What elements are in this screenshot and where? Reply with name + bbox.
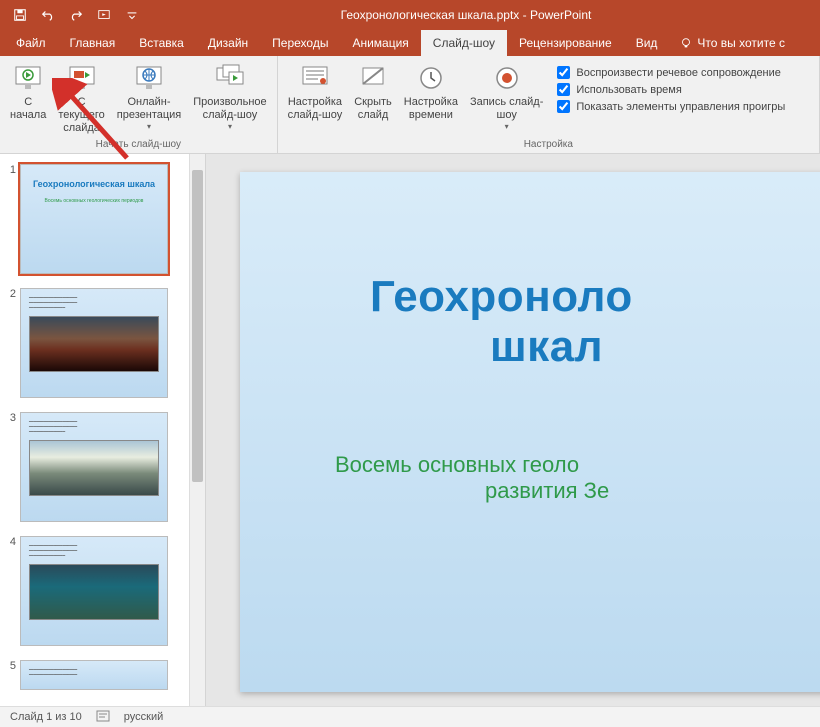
chk-narration-input[interactable] [557, 66, 570, 79]
thumb-number: 1 [6, 164, 20, 274]
hide-slide-icon [357, 62, 389, 94]
thumb-text: ━━━━━━━━━━━━━━━━━━━━━━━━━━━━━━━━━━━━━━━━… [21, 289, 167, 314]
tab-animations[interactable]: Анимация [340, 30, 420, 56]
presentation-online-icon [133, 62, 165, 94]
group-label-setup: Настройка [278, 139, 819, 153]
slide-canvas-area: Геохроноло шкал Восемь основных геоло ра… [205, 154, 820, 706]
record-icon [491, 62, 523, 94]
from-current-button[interactable]: С текущего слайда [54, 60, 108, 137]
chk-controls-input[interactable] [557, 100, 570, 113]
table-row: 2 ━━━━━━━━━━━━━━━━━━━━━━━━━━━━━━━━━━━━━━… [6, 288, 185, 398]
thumbnail-4[interactable]: ━━━━━━━━━━━━━━━━━━━━━━━━━━━━━━━━━━━━━━━━… [20, 536, 168, 646]
tab-insert[interactable]: Вставка [127, 30, 196, 56]
title-bar: Геохронологическая шкала.pptx - PowerPoi… [0, 0, 820, 30]
thumbnail-1[interactable]: Геохронологическая шкала Восемь основных… [20, 164, 168, 274]
slideshow-options: Воспроизвести речевое сопровождение Испо… [551, 60, 791, 113]
window-title: Геохронологическая шкала.pptx - PowerPoi… [152, 8, 820, 22]
save-button[interactable] [8, 3, 32, 27]
presentation-current-icon [66, 62, 98, 94]
thumb-image [29, 316, 159, 372]
from-current-label: С текущего слайда [58, 96, 104, 135]
thumbnail-3[interactable]: ━━━━━━━━━━━━━━━━━━━━━━━━━━━━━━━━━━━━━━━━… [20, 412, 168, 522]
ribbon-tabs: Файл Главная Вставка Дизайн Переходы Ани… [0, 30, 820, 56]
scrollbar-handle[interactable] [192, 170, 203, 482]
presentation-play-icon [12, 62, 44, 94]
table-row: 3 ━━━━━━━━━━━━━━━━━━━━━━━━━━━━━━━━━━━━━━… [6, 412, 185, 522]
chevron-down-icon: ▾ [505, 122, 509, 131]
current-slide[interactable]: Геохроноло шкал Восемь основных геоло ра… [240, 172, 820, 692]
hide-slide-button[interactable]: Скрыть слайд [350, 60, 396, 124]
thumb-title: Геохронологическая шкала [21, 165, 167, 190]
table-row: 1 Геохронологическая шкала Восемь основн… [6, 164, 185, 274]
table-row: 4 ━━━━━━━━━━━━━━━━━━━━━━━━━━━━━━━━━━━━━━… [6, 536, 185, 646]
group-label-start: Начать слайд-шоу [0, 139, 277, 153]
present-online-button[interactable]: Онлайн- презентация ▾ [113, 60, 186, 133]
thumbnail-2[interactable]: ━━━━━━━━━━━━━━━━━━━━━━━━━━━━━━━━━━━━━━━━… [20, 288, 168, 398]
tab-file[interactable]: Файл [4, 30, 58, 56]
hide-slide-label: Скрыть слайд [354, 96, 392, 122]
setup-label: Настройка слайд-шоу [288, 96, 343, 122]
chevron-down-icon: ▾ [228, 122, 232, 131]
thumbnails-scrollbar[interactable] [189, 154, 205, 706]
notes-icon[interactable] [96, 709, 110, 726]
chk-narration[interactable]: Воспроизвести речевое сопровождение [557, 66, 785, 79]
present-online-label: Онлайн- презентация [117, 96, 182, 122]
custom-slideshow-label: Произвольное слайд-шоу [193, 96, 266, 122]
thumb-subtitle: Восемь основных геологических периодов [21, 190, 167, 204]
chk-controls[interactable]: Показать элементы управления проигры [557, 100, 785, 113]
thumb-image [29, 564, 159, 620]
quick-access-toolbar [0, 3, 152, 27]
status-bar: Слайд 1 из 10 русский [0, 706, 820, 727]
thumb-number: 3 [6, 412, 20, 522]
presentation-custom-icon [214, 62, 246, 94]
thumb-text: ━━━━━━━━━━━━━━━━━━━━━━━━━━━━━━━━━━━━━━━━ [21, 661, 167, 681]
thumb-number: 5 [6, 660, 20, 690]
undo-button[interactable] [36, 3, 60, 27]
rehearse-button[interactable]: Настройка времени [400, 60, 462, 124]
chk-timings[interactable]: Использовать время [557, 83, 785, 96]
clock-icon [415, 62, 447, 94]
tab-home[interactable]: Главная [58, 30, 128, 56]
tab-view[interactable]: Вид [624, 30, 670, 56]
tab-slideshow[interactable]: Слайд-шоу [421, 30, 507, 56]
start-from-beginning-button[interactable] [92, 3, 116, 27]
lightbulb-icon [679, 36, 693, 50]
slide-title[interactable]: Геохроноло шкал [240, 172, 820, 372]
workspace: 1 Геохронологическая шкала Восемь основн… [0, 154, 820, 706]
thumb-image [29, 440, 159, 496]
slide-thumbnails-panel: 1 Геохронологическая шкала Восемь основн… [0, 154, 205, 706]
tab-review[interactable]: Рецензирование [507, 30, 624, 56]
tell-me-search[interactable]: Что вы хотите с [669, 30, 797, 56]
thumbnail-5[interactable]: ━━━━━━━━━━━━━━━━━━━━━━━━━━━━━━━━━━━━━━━━ [20, 660, 168, 690]
table-row: 5 ━━━━━━━━━━━━━━━━━━━━━━━━━━━━━━━━━━━━━━… [6, 660, 185, 690]
status-slide-count[interactable]: Слайд 1 из 10 [10, 711, 82, 723]
record-label: Запись слайд- шоу [470, 96, 543, 122]
setup-slideshow-button[interactable]: Настройка слайд-шоу [284, 60, 347, 124]
group-setup: Настройка слайд-шоу Скрыть слайд Настрой… [278, 56, 820, 153]
record-button[interactable]: Запись слайд- шоу ▾ [466, 60, 547, 133]
thumb-text: ━━━━━━━━━━━━━━━━━━━━━━━━━━━━━━━━━━━━━━━━… [21, 413, 167, 438]
tell-me-label: Что вы хотите с [697, 36, 785, 50]
rehearse-label: Настройка времени [404, 96, 458, 122]
custom-slideshow-button[interactable]: Произвольное слайд-шоу ▾ [189, 60, 270, 133]
qat-customize-button[interactable] [120, 3, 144, 27]
thumb-number: 2 [6, 288, 20, 398]
setup-icon [299, 62, 331, 94]
group-start-slideshow: С начала С текущего слайда Онлайн- презе… [0, 56, 278, 153]
status-language[interactable]: русский [124, 711, 163, 723]
slide-subtitle[interactable]: Восемь основных геоло развития Зе [240, 372, 820, 504]
from-beginning-label: С начала [10, 96, 46, 122]
from-beginning-button[interactable]: С начала [6, 60, 50, 124]
thumb-text: ━━━━━━━━━━━━━━━━━━━━━━━━━━━━━━━━━━━━━━━━… [21, 537, 167, 562]
redo-button[interactable] [64, 3, 88, 27]
chk-timings-input[interactable] [557, 83, 570, 96]
tab-transitions[interactable]: Переходы [260, 30, 340, 56]
tab-design[interactable]: Дизайн [196, 30, 260, 56]
ribbon: С начала С текущего слайда Онлайн- презе… [0, 56, 820, 154]
thumb-number: 4 [6, 536, 20, 646]
chevron-down-icon: ▾ [147, 122, 151, 131]
